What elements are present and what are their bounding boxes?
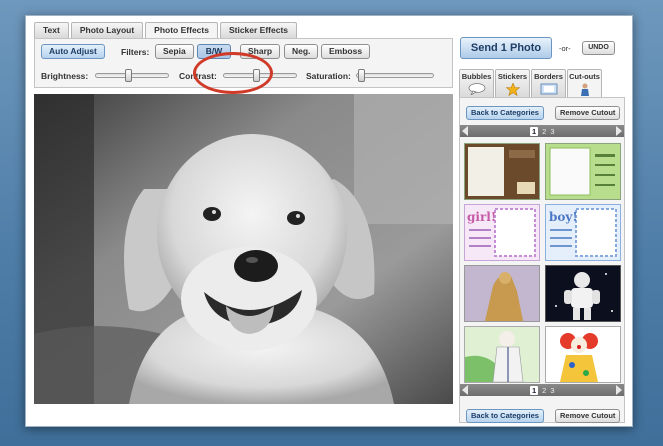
boy-text: boy! xyxy=(549,210,578,224)
page-2[interactable]: 2 xyxy=(542,127,546,136)
cutout-thumb-baseball-player[interactable] xyxy=(464,326,540,383)
pager-next-icon[interactable] xyxy=(616,126,622,136)
or-separator: -or- xyxy=(559,44,571,53)
pager-bottom-prev-icon[interactable] xyxy=(462,385,468,395)
tab-photo-effects[interactable]: Photo Effects xyxy=(145,22,218,39)
brightness-slider-thumb[interactable] xyxy=(125,69,132,82)
page-3-bottom[interactable]: 3 xyxy=(550,386,554,395)
cutout-thumb-astronaut[interactable] xyxy=(545,265,621,322)
photo-canvas[interactable] xyxy=(34,94,453,404)
page-1[interactable]: 1 xyxy=(530,126,539,136)
send-photo-button[interactable]: Send 1 Photo xyxy=(460,37,552,59)
saturation-slider[interactable] xyxy=(356,69,434,82)
tab-borders-label: Borders xyxy=(534,72,563,81)
saturation-label: Saturation: xyxy=(306,71,351,81)
cutout-thumb-statue[interactable] xyxy=(464,265,540,322)
dog-photo xyxy=(34,94,453,404)
brightness-label: Brightness: xyxy=(41,71,89,81)
frame-icon xyxy=(540,83,557,95)
cutout-thumbnail-grid: girl! boy! xyxy=(462,143,622,383)
tab-stickers-label: Stickers xyxy=(497,72,528,81)
cutout-thumb-boy-frame[interactable]: boy! xyxy=(545,204,621,261)
tab-text[interactable]: Text xyxy=(34,22,69,38)
cutout-thumb-green-frame[interactable] xyxy=(545,143,621,200)
page-3[interactable]: 3 xyxy=(550,127,554,136)
pager-top: 1 2 3 xyxy=(460,125,624,137)
cutout-thumb-clown[interactable] xyxy=(545,326,621,383)
tab-stickers[interactable]: Stickers xyxy=(495,69,530,97)
tab-borders[interactable]: Borders xyxy=(531,69,566,97)
tab-bubbles[interactable]: Bubbles xyxy=(459,69,494,97)
saturation-slider-thumb[interactable] xyxy=(358,69,365,82)
remove-cutout-button[interactable]: Remove Cutout xyxy=(555,106,621,120)
back-to-categories-button-bottom[interactable]: Back to Categories xyxy=(466,409,544,423)
brightness-slider[interactable] xyxy=(95,69,169,82)
page-2-bottom[interactable]: 2 xyxy=(542,386,546,395)
person-icon xyxy=(580,83,589,96)
app-window: Text Photo Layout Photo Effects Sticker … xyxy=(25,15,633,427)
negative-filter-button[interactable]: Neg. xyxy=(284,44,319,59)
cutout-thumb-girl-frame[interactable]: girl! xyxy=(464,204,540,261)
remove-cutout-button-bottom[interactable]: Remove Cutout xyxy=(555,409,621,423)
highlight-ring xyxy=(193,52,273,94)
page-1-bottom[interactable]: 1 xyxy=(530,385,539,395)
cutouts-panel: Back to Categories Remove Cutout 1 2 3 g… xyxy=(459,97,625,423)
tab-bubbles-label: Bubbles xyxy=(461,72,492,81)
undo-button[interactable]: UNDO xyxy=(582,41,615,55)
page-numbers-bottom: 1 2 3 xyxy=(530,384,559,396)
pager-bottom: 1 2 3 xyxy=(460,384,624,396)
photo-effects-panel: Auto Adjust Filters: Sepia B/W Sharp Neg… xyxy=(34,38,453,94)
sepia-filter-button[interactable]: Sepia xyxy=(155,44,194,59)
star-icon xyxy=(505,83,520,96)
filters-label: Filters: xyxy=(121,47,150,57)
emboss-filter-button[interactable]: Emboss xyxy=(321,44,371,59)
tab-photo-layout[interactable]: Photo Layout xyxy=(70,22,144,38)
top-tab-bar: Text Photo Layout Photo Effects Sticker … xyxy=(34,22,299,39)
pager-prev-icon[interactable] xyxy=(462,126,468,136)
tab-sticker-effects[interactable]: Sticker Effects xyxy=(219,22,298,38)
pager-bottom-next-icon[interactable] xyxy=(616,385,622,395)
back-to-categories-button[interactable]: Back to Categories xyxy=(466,106,544,120)
girl-text: girl! xyxy=(467,210,496,224)
tab-cut-outs-label: Cut-outs xyxy=(569,72,600,81)
cutout-thumb-brown-frame[interactable] xyxy=(464,143,540,200)
sticker-category-tabs: Bubbles Stickers Borders Cut-outs xyxy=(459,69,603,97)
tab-cut-outs[interactable]: Cut-outs xyxy=(567,69,602,97)
speech-bubble-icon xyxy=(468,83,485,95)
auto-adjust-button[interactable]: Auto Adjust xyxy=(41,44,105,59)
page-numbers: 1 2 3 xyxy=(530,125,559,137)
